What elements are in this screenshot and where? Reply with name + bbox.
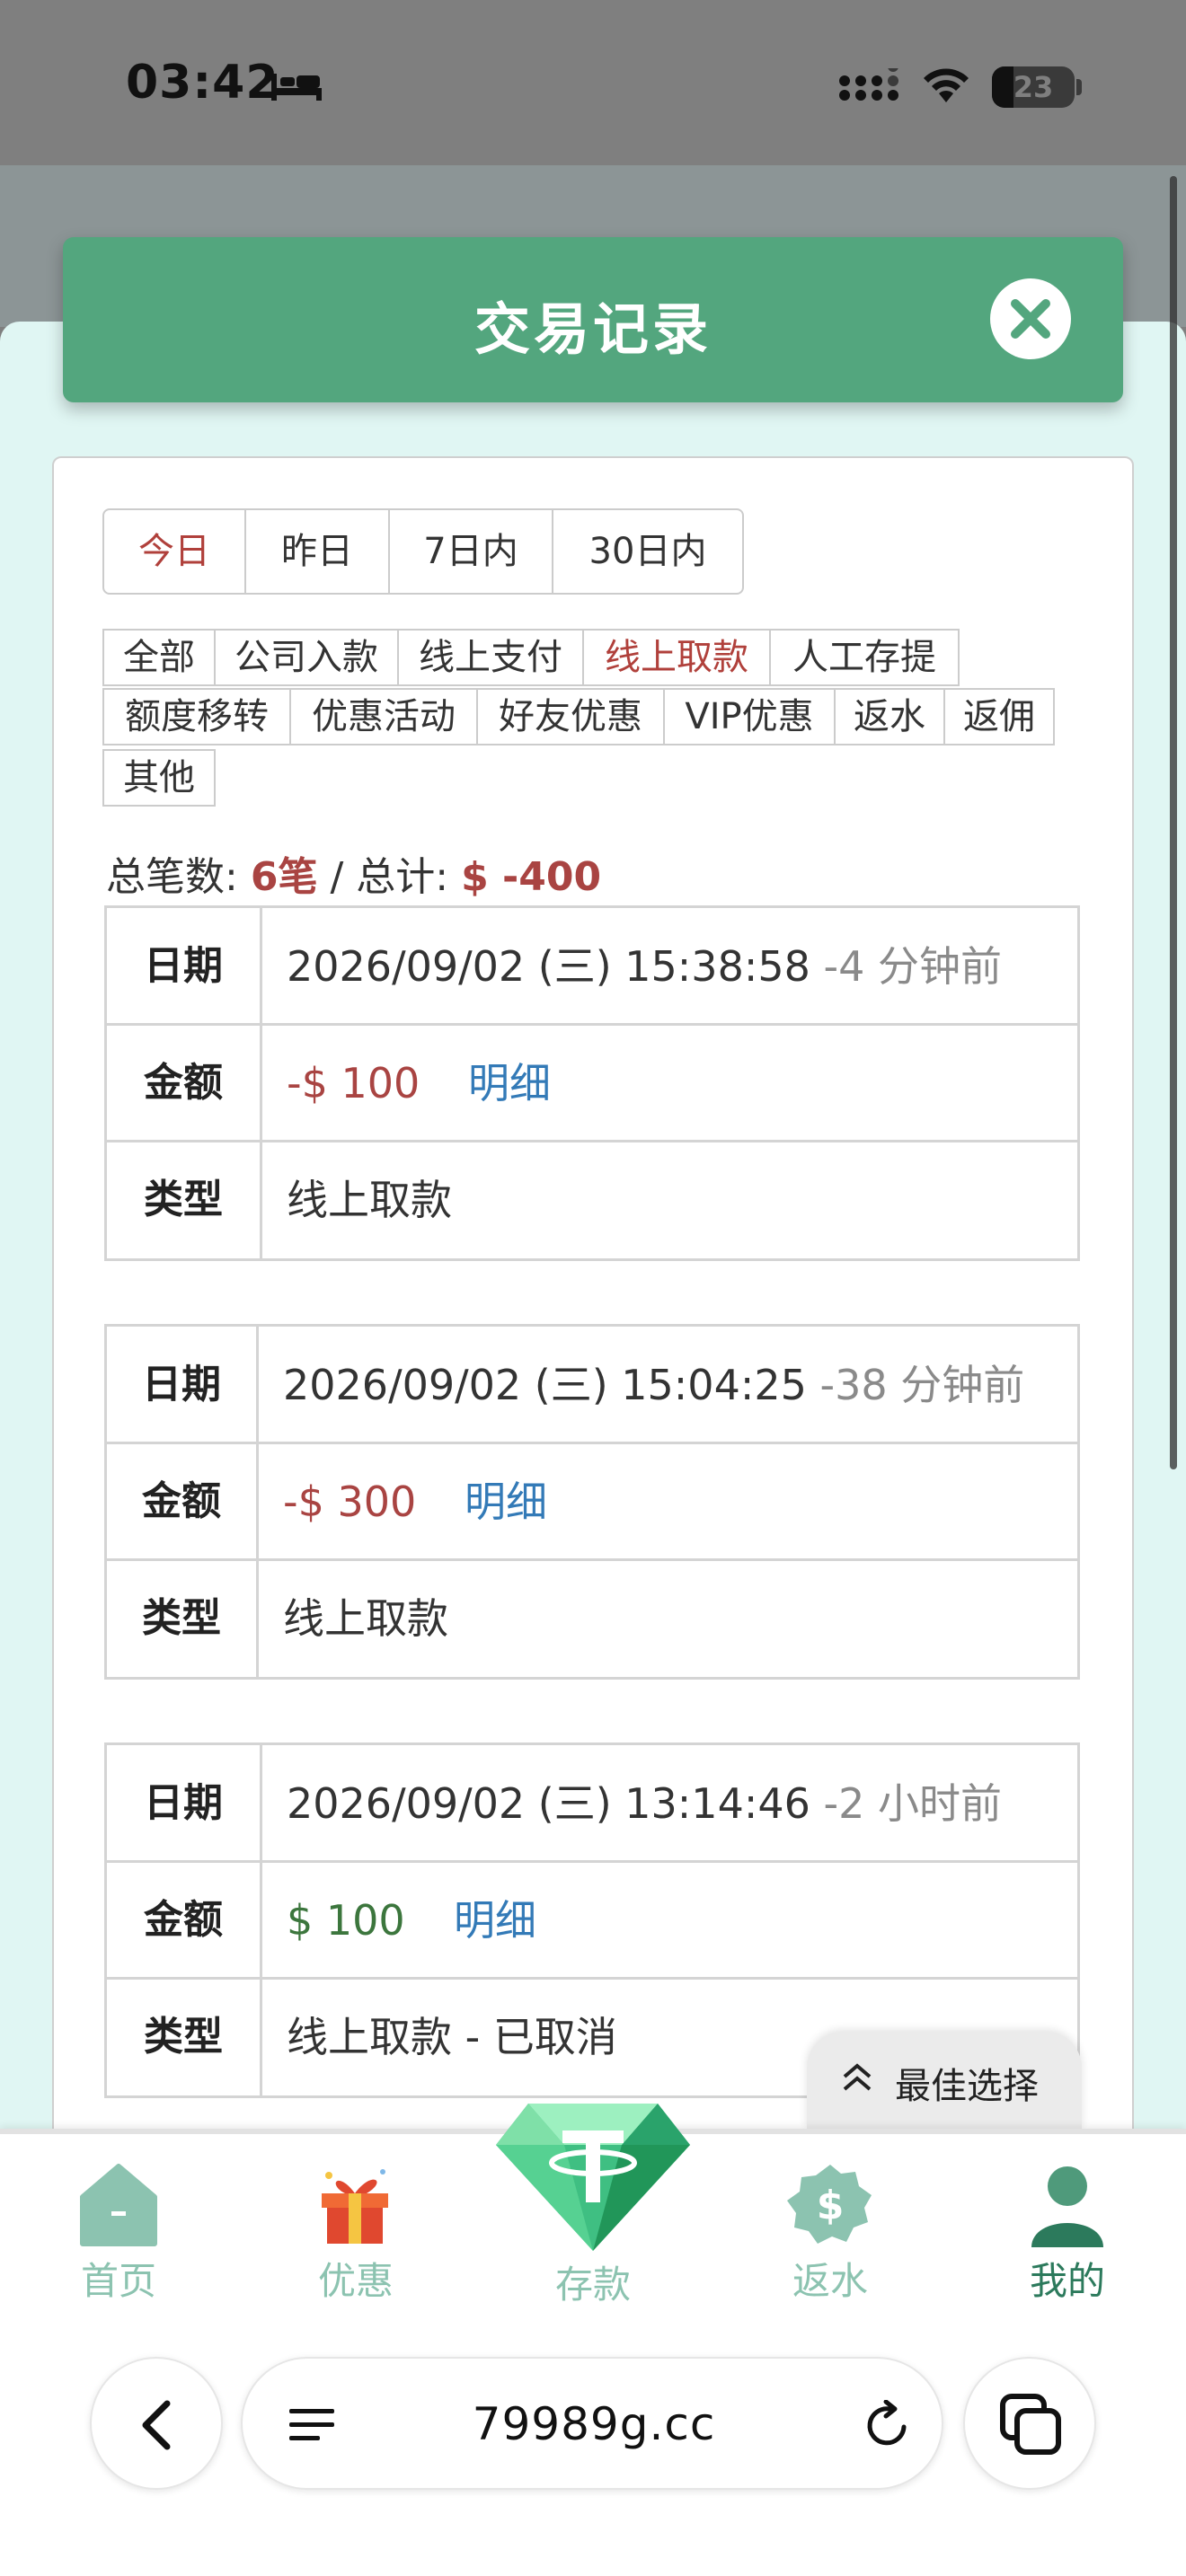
browser-toolbar: 79989g.cc bbox=[0, 2323, 1186, 2576]
url-text: 79989g.cc bbox=[472, 2398, 716, 2450]
tab-30-days[interactable]: 30日内 bbox=[552, 508, 744, 595]
record-amount: -$ 300 bbox=[283, 1478, 417, 1526]
home-icon bbox=[80, 2164, 157, 2246]
best-choice-label: 最佳选择 bbox=[895, 2066, 1039, 2107]
record-amount: -$ 100 bbox=[287, 1059, 420, 1107]
record-date: 2026/09/02 (三) 15:38:58 -4 分钟前 bbox=[287, 942, 1003, 991]
sleep-focus-icon bbox=[271, 74, 322, 101]
nav-promotions[interactable]: 优惠 bbox=[237, 2134, 474, 2314]
close-button[interactable] bbox=[990, 278, 1071, 359]
nav-home-label: 首页 bbox=[80, 2259, 156, 2303]
filter-online-payment[interactable]: 线上支付 bbox=[397, 629, 584, 686]
count-label: 总笔数: bbox=[106, 854, 238, 900]
record-type: 线上取款 - 已取消 bbox=[287, 2013, 617, 2061]
tabs-icon bbox=[1000, 2394, 1061, 2455]
modal-header: 交易记录 bbox=[63, 237, 1123, 402]
total-label: 总计: bbox=[356, 854, 449, 900]
filter-vip-bonus[interactable]: VIP优惠 bbox=[663, 688, 836, 745]
wifi-icon bbox=[924, 68, 969, 102]
record-ago: -2 小时前 bbox=[823, 1779, 1003, 1828]
filter-company-deposit[interactable]: 公司入款 bbox=[214, 629, 399, 686]
date-label: 日期 bbox=[144, 943, 223, 989]
type-label: 类型 bbox=[144, 2014, 223, 2060]
nav-home[interactable]: 首页 bbox=[0, 2134, 237, 2314]
nav-mine-label: 我的 bbox=[1029, 2259, 1105, 2303]
chevron-left-icon bbox=[142, 2400, 171, 2450]
type-label: 类型 bbox=[142, 1595, 221, 1641]
modal-title: 交易记录 bbox=[474, 296, 712, 362]
filter-commission[interactable]: 返佣 bbox=[943, 688, 1055, 745]
nav-rebate-label: 返水 bbox=[792, 2259, 868, 2303]
detail-link[interactable]: 明细 bbox=[454, 1862, 536, 1979]
total-value: $ -400 bbox=[461, 854, 602, 900]
back-button[interactable] bbox=[90, 2357, 223, 2490]
filter-other[interactable]: 其他 bbox=[102, 749, 216, 807]
record-type: 线上取款 bbox=[283, 1594, 448, 1643]
filter-friend-bonus[interactable]: 好友优惠 bbox=[476, 688, 665, 745]
scrollbar[interactable] bbox=[1170, 176, 1177, 1469]
svg-text:$: $ bbox=[817, 2183, 845, 2228]
count-value: 6笔 bbox=[250, 854, 318, 900]
tab-yesterday[interactable]: 昨日 bbox=[244, 508, 390, 595]
filter-rebate[interactable]: 返水 bbox=[834, 688, 945, 745]
status-time: 03:42 bbox=[126, 56, 279, 110]
detail-link[interactable]: 明细 bbox=[468, 1025, 551, 1142]
type-label: 类型 bbox=[144, 1177, 223, 1222]
diamond-tether-icon[interactable] bbox=[492, 2095, 694, 2256]
detail-link[interactable]: 明细 bbox=[465, 1443, 547, 1560]
date-label: 日期 bbox=[144, 1780, 223, 1826]
nav-promotions-label: 优惠 bbox=[317, 2259, 394, 2303]
nav-rebate[interactable]: $ 返水 bbox=[712, 2134, 949, 2314]
filter-promotions[interactable]: 优惠活动 bbox=[289, 688, 478, 745]
filter-online-withdrawal[interactable]: 线上取款 bbox=[582, 629, 771, 686]
record-type: 线上取款 bbox=[287, 1176, 452, 1224]
best-choice-button[interactable]: 最佳选择 bbox=[807, 2032, 1082, 2129]
filter-manual[interactable]: 人工存提 bbox=[769, 629, 960, 686]
filter-transfer[interactable]: 额度移转 bbox=[102, 688, 291, 745]
user-icon bbox=[1031, 2166, 1103, 2247]
record-table: 日期 2026/09/02 (三) 15:04:25 -38 分钟前 金额 -$… bbox=[104, 1324, 1080, 1680]
tab-7-days[interactable]: 7日内 bbox=[388, 508, 553, 595]
address-bar[interactable]: 79989g.cc bbox=[241, 2357, 943, 2490]
battery-level: 23 bbox=[1013, 70, 1054, 104]
filter-all[interactable]: 全部 bbox=[102, 629, 216, 686]
record-table: 日期 2026/09/02 (三) 15:38:58 -4 分钟前 金额 -$ … bbox=[104, 905, 1080, 1261]
tabs-button[interactable] bbox=[963, 2357, 1096, 2490]
cellular-signal-icon bbox=[839, 68, 898, 101]
gift-icon bbox=[322, 2169, 388, 2244]
battery-indicator: 23 bbox=[992, 66, 1075, 108]
double-chevron-up-icon bbox=[843, 2063, 872, 2091]
record-ago: -4 分钟前 bbox=[823, 942, 1003, 991]
amount-label: 金额 bbox=[142, 1478, 221, 1524]
close-icon bbox=[1011, 299, 1050, 339]
record-ago: -38 分钟前 bbox=[819, 1361, 1025, 1409]
record-date: 2026/09/02 (三) 13:14:46 -2 小时前 bbox=[287, 1779, 1003, 1828]
record-date: 2026/09/02 (三) 15:04:25 -38 分钟前 bbox=[283, 1361, 1025, 1409]
nav-mine[interactable]: 我的 bbox=[949, 2134, 1186, 2314]
reload-icon[interactable] bbox=[863, 2400, 913, 2450]
dollar-badge-icon: $ bbox=[787, 2165, 872, 2244]
status-bar: 03:42 23 bbox=[0, 0, 1186, 165]
amount-label: 金额 bbox=[144, 1060, 223, 1106]
tab-today[interactable]: 今日 bbox=[102, 508, 246, 595]
date-label: 日期 bbox=[142, 1362, 221, 1407]
summary-separator: / bbox=[317, 854, 357, 900]
record-amount: $ 100 bbox=[287, 1896, 405, 1945]
nav-deposit-label: 存款 bbox=[554, 2263, 631, 2307]
amount-label: 金额 bbox=[144, 1897, 223, 1943]
summary-line: 总笔数: 6笔 / 总计: $ -400 bbox=[106, 844, 601, 902]
